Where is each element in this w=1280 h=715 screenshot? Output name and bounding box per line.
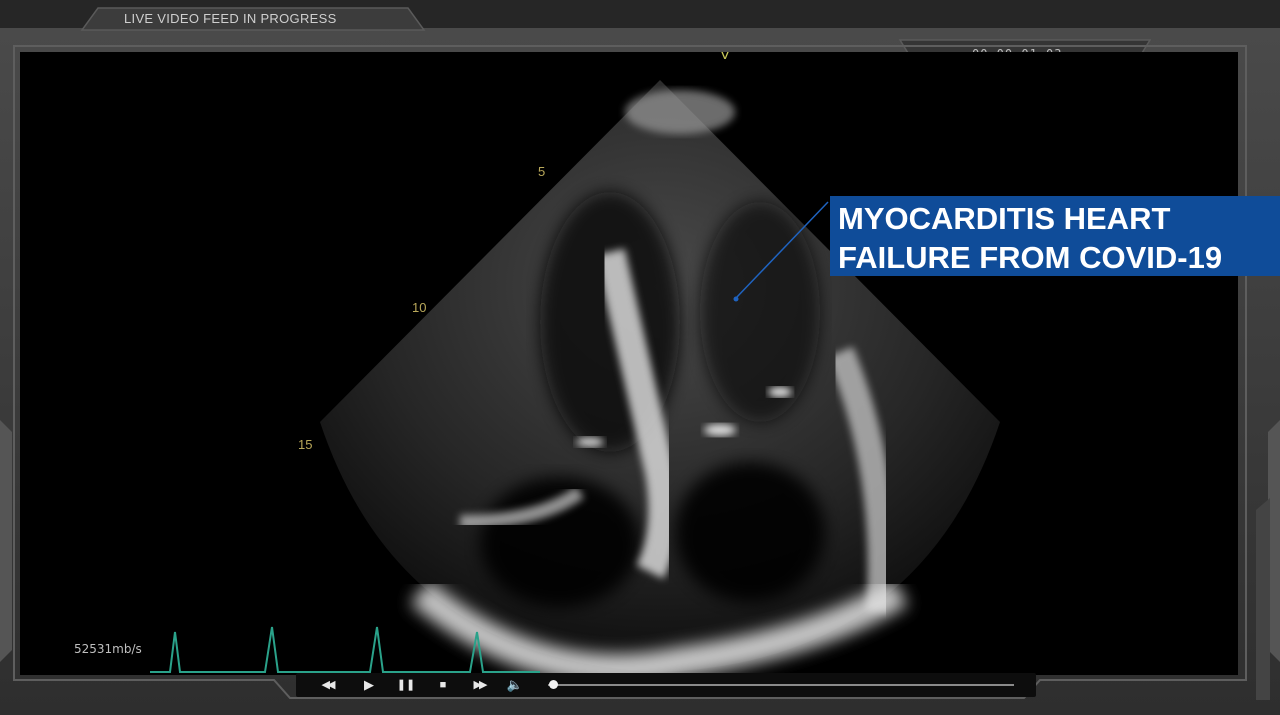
callout-line-2: FAILURE FROM COVID-19 — [838, 240, 1223, 275]
echocardiogram-image — [150, 80, 1000, 675]
pause-icon[interactable]: ❚❚ — [395, 675, 417, 695]
depth-marker-10: 10 — [412, 300, 427, 315]
probe-marker: V — [720, 52, 731, 63]
fast-forward-icon[interactable]: ▶▶ — [468, 675, 490, 695]
callout-line-1: MYOCARDITIS HEART — [838, 201, 1171, 236]
feed-status-label: LIVE VIDEO FEED IN PROGRESS — [124, 11, 337, 26]
play-icon[interactable]: ▶ — [358, 675, 380, 695]
volume-icon[interactable]: 🔈 — [504, 675, 526, 695]
stop-icon[interactable]: ■ — [432, 675, 454, 695]
player-controls: ◀◀ ▶ ❚❚ ■ ▶▶ 🔈 — [296, 673, 1036, 697]
bitrate-readout: 52531mb/s — [74, 642, 142, 656]
depth-marker-5: 5 — [538, 164, 546, 179]
rewind-icon[interactable]: ◀◀ — [316, 675, 338, 695]
depth-marker-15: 15 — [298, 437, 313, 452]
seek-thumb[interactable] — [548, 680, 558, 689]
diagnosis-callout: MYOCARDITIS HEART FAILURE FROM COVID-19 — [830, 196, 1280, 276]
video-screen[interactable]: V 5 10 15 52531mb/s — [20, 52, 1238, 675]
seek-bar[interactable] — [548, 684, 1014, 686]
